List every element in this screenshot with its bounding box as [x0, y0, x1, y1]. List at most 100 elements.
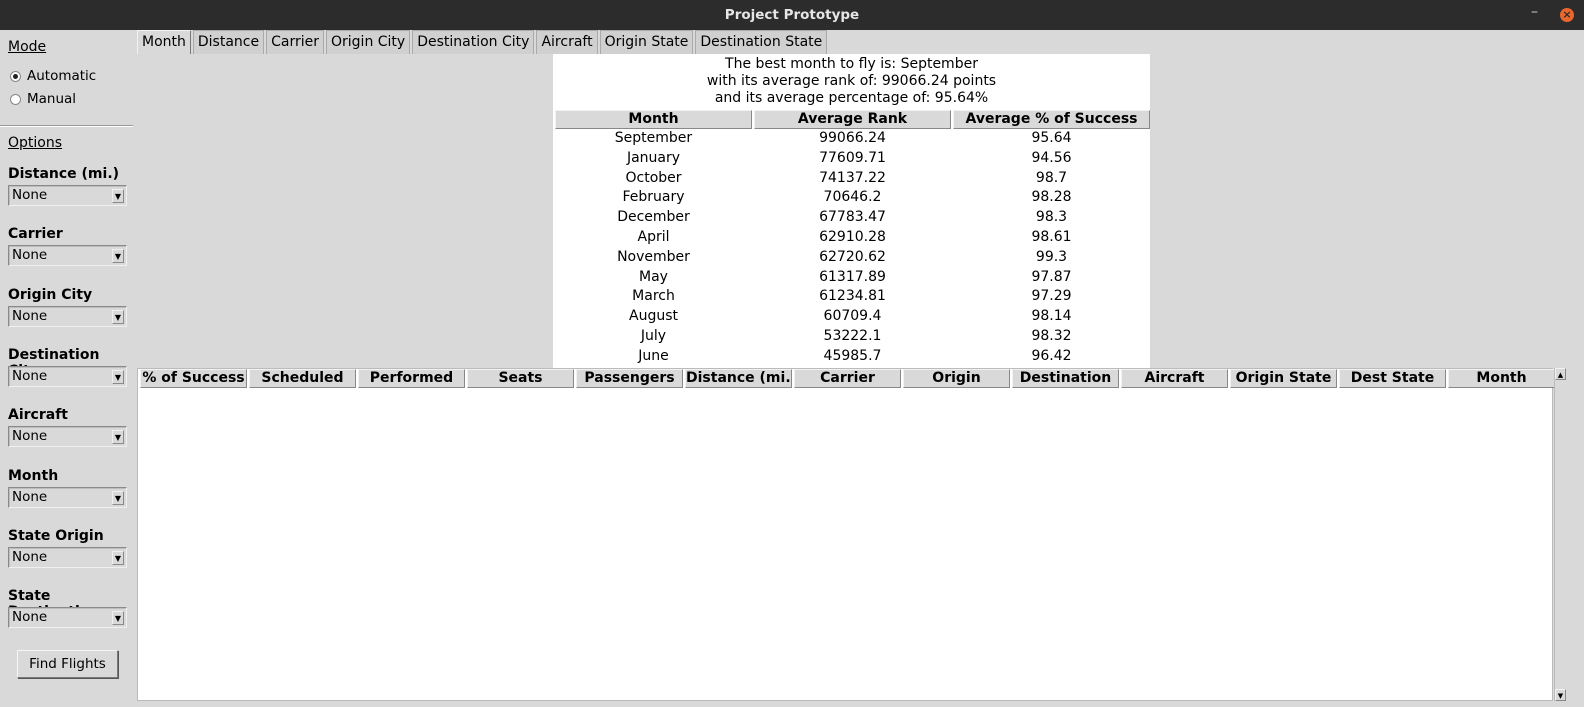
filter-select[interactable]: None ▼ [8, 306, 127, 327]
tab-origin-state[interactable]: Origin State [599, 30, 694, 54]
minimize-icon[interactable]: – [1531, 4, 1538, 20]
filter-label: Aircraft [8, 407, 68, 423]
column-header[interactable]: Distance (mi.) [685, 369, 792, 388]
summary-line-1: The best month to fly is: September [725, 56, 978, 72]
dropdown-arrow-icon: ▼ [112, 491, 124, 505]
column-header[interactable]: Passengers [576, 369, 683, 388]
column-header[interactable]: Performed [358, 369, 465, 388]
results-scrollbar[interactable]: ▲ ▼ [1554, 368, 1566, 701]
window-title: Project Prototype [724, 7, 860, 23]
mode-label: Mode [8, 39, 47, 55]
tab-destination-city[interactable]: Destination City [412, 30, 535, 54]
table-cell: 97.87 [1031, 268, 1072, 285]
filter-label: Distance (mi.) [8, 166, 120, 182]
table-row[interactable]: March 61234.81 97.29 [555, 286, 1152, 306]
table-cell: 61317.89 [819, 268, 886, 285]
column-header[interactable]: Average % of Success [953, 110, 1150, 129]
column-header[interactable]: Month [1448, 369, 1555, 388]
table-cell: 53222.1 [823, 328, 882, 344]
table-row[interactable]: February 70646.2 98.28 [555, 187, 1152, 207]
table-cell: 98.32 [1031, 328, 1072, 344]
column-header[interactable]: Seats [467, 369, 574, 388]
table-row[interactable]: January 77609.71 94.56 [555, 148, 1152, 168]
column-header[interactable]: Aircraft [1121, 369, 1228, 388]
table-cell: 98.3 [1035, 209, 1068, 226]
filter-select-value: None [12, 187, 48, 203]
column-header[interactable]: Month [555, 110, 752, 129]
table-row[interactable]: September 99066.24 95.64 [555, 128, 1152, 148]
tab-bar: Month Distance Carrier Origin City Destinati… [137, 30, 829, 54]
table-cell: 98.14 [1031, 308, 1072, 325]
filter-select[interactable]: None ▼ [8, 245, 127, 266]
table-cell: 98.7 [1035, 169, 1068, 186]
column-header[interactable]: % of Success [140, 369, 247, 388]
summary-table-header: Month Average Rank Average % of Success [555, 110, 1152, 129]
column-header[interactable]: Origin State [1230, 369, 1337, 388]
table-cell: 98.61 [1031, 229, 1072, 245]
tab-destination-state[interactable]: Destination State [695, 30, 828, 54]
column-header[interactable]: Scheduled [249, 369, 356, 388]
table-cell: 99066.24 [819, 130, 886, 146]
table-cell: March [632, 288, 675, 305]
tab-aircraft[interactable]: Aircraft [536, 30, 598, 54]
tab-distance[interactable]: Distance [192, 30, 265, 54]
table-cell: 67783.47 [819, 209, 886, 226]
tab-carrier[interactable]: Carrier [266, 30, 324, 54]
table-row[interactable]: June 45985.7 96.42 [555, 346, 1152, 366]
filter-select[interactable]: None ▼ [8, 185, 127, 206]
summary-line-2: with its average rank of: 99066.24 point… [706, 73, 997, 89]
tab-origin-city[interactable]: Origin City [326, 30, 411, 54]
options-label: Options [8, 135, 63, 151]
dropdown-arrow-icon: ▼ [112, 249, 124, 263]
column-header[interactable]: Carrier [794, 369, 901, 388]
table-cell: November [617, 248, 690, 265]
filter-select[interactable]: None ▼ [8, 366, 127, 387]
column-header[interactable]: Average Rank [754, 110, 951, 129]
table-cell: 96.42 [1031, 347, 1072, 364]
table-row[interactable]: October 74137.22 98.7 [555, 168, 1152, 188]
table-row[interactable]: July 53222.1 98.32 [555, 326, 1152, 346]
results-table[interactable]: % of Success Scheduled Performed Seats Passe… [137, 368, 1555, 701]
column-header[interactable]: Origin [903, 369, 1010, 388]
filter-label: Origin City [8, 287, 93, 303]
filter-select-value: None [12, 308, 48, 324]
radio-automatic[interactable]: Automatic [10, 68, 96, 84]
table-cell: 98.28 [1031, 189, 1072, 206]
find-flights-button[interactable]: Find Flights [17, 650, 118, 678]
sidebar: Mode Automatic Manual Options Distance (… [0, 30, 135, 707]
dropdown-arrow-icon: ▼ [112, 430, 124, 444]
table-row[interactable]: December 67783.47 98.3 [555, 207, 1152, 227]
filter-select[interactable]: None ▼ [8, 487, 127, 508]
table-cell: 97.29 [1031, 288, 1072, 305]
filter-select-value: None [12, 247, 48, 263]
window-titlebar: Project Prototype – × [0, 0, 1584, 30]
filter-label: State Origin [8, 528, 104, 544]
summary-line-3: and its average percentage of: 95.64% [714, 90, 989, 106]
table-row[interactable]: May 61317.89 97.87 [555, 267, 1152, 287]
table-row[interactable]: August 60709.4 98.14 [555, 306, 1152, 326]
table-row[interactable]: November 62720.62 99.3 [555, 247, 1152, 267]
filter-select[interactable]: None ▼ [8, 426, 127, 447]
table-cell: 45985.7 [823, 347, 882, 364]
table-cell: April [637, 229, 670, 245]
scroll-up-icon[interactable]: ▲ [1555, 368, 1566, 380]
tab-month[interactable]: Month [137, 30, 191, 54]
dropdown-arrow-icon: ▼ [112, 189, 124, 203]
column-header[interactable]: Dest State [1339, 369, 1446, 388]
radio-label: Manual [27, 91, 77, 107]
radio-dot-icon [10, 93, 21, 105]
filter-label: Carrier [8, 226, 63, 242]
close-icon[interactable]: × [1560, 8, 1574, 22]
table-cell: May [639, 268, 668, 285]
scroll-down-icon[interactable]: ▼ [1555, 689, 1566, 701]
column-header[interactable]: Destination [1012, 369, 1119, 388]
table-cell: October [625, 169, 682, 186]
table-row[interactable]: April 62910.28 98.61 [555, 227, 1152, 247]
filter-select[interactable]: None ▼ [8, 547, 127, 568]
table-cell: June [638, 347, 669, 364]
filter-select[interactable]: None ▼ [8, 607, 127, 628]
table-cell: February [622, 189, 685, 206]
radio-manual[interactable]: Manual [10, 91, 76, 107]
table-cell: January [626, 149, 681, 166]
filter-select-value: None [12, 428, 48, 444]
